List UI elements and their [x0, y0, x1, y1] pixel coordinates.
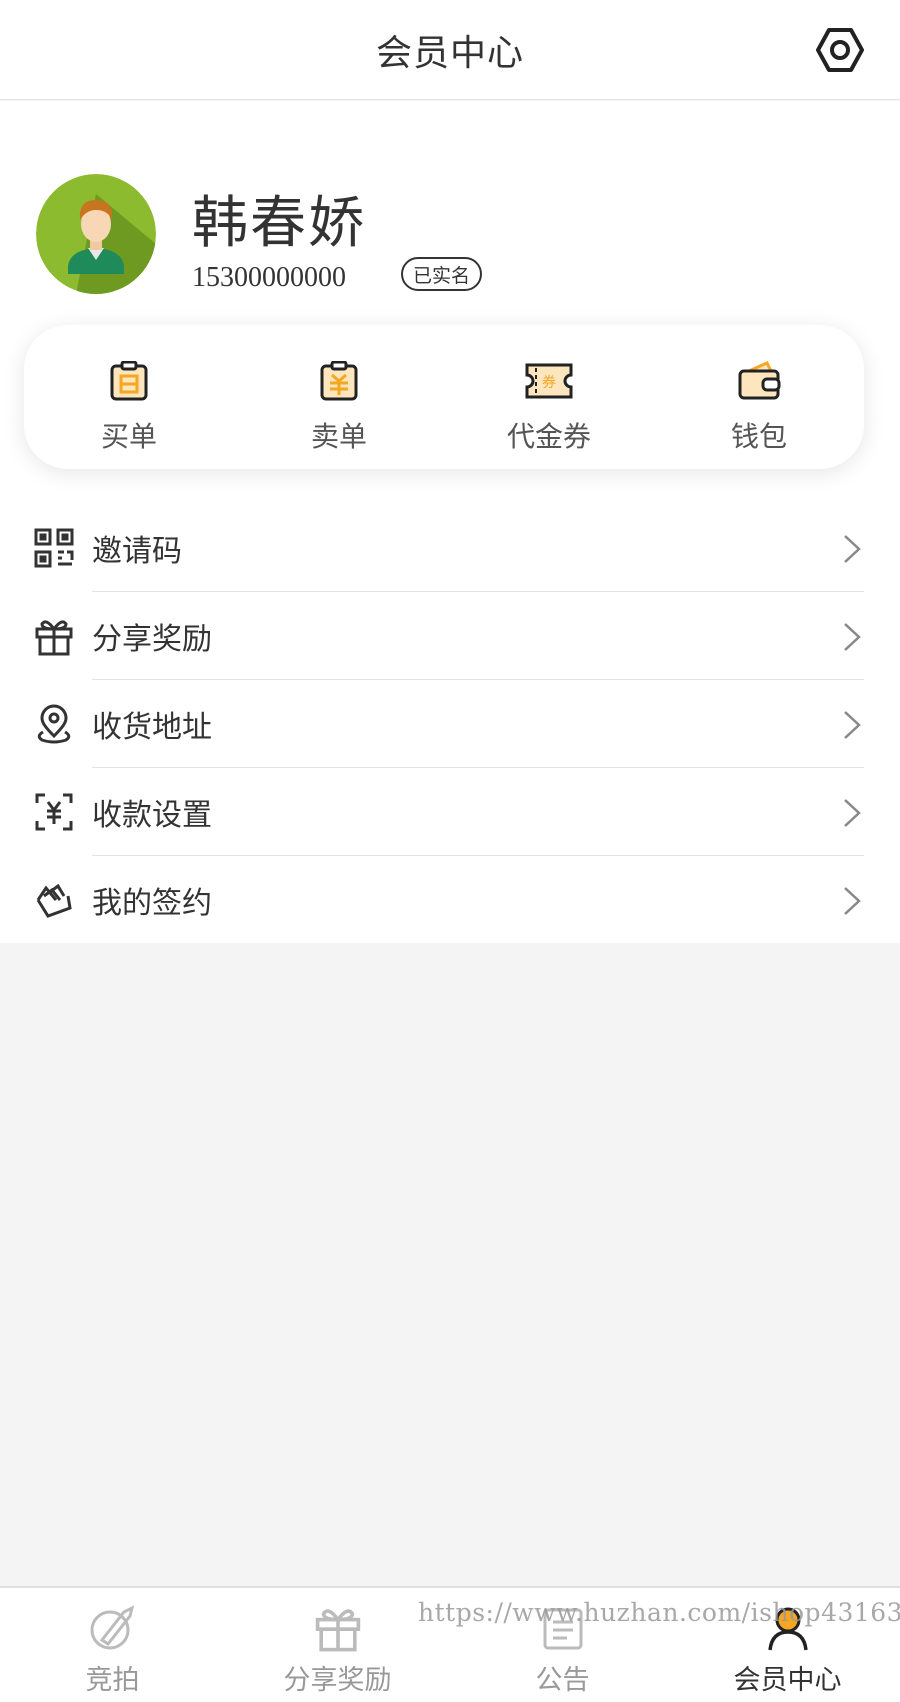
qrcode-icon [34, 528, 74, 568]
sign-icon [34, 880, 74, 920]
svg-text:券: 券 [542, 375, 556, 391]
menu-item-label: 分享奖励 [92, 622, 212, 657]
order-label: 买单 [100, 420, 157, 453]
user-name: 韩春娇 [192, 191, 366, 256]
gift-icon [34, 616, 74, 656]
menu-item-label: 邀请码 [92, 534, 182, 569]
menu-item-invite-code[interactable]: 邀请码 [0, 504, 900, 592]
payment-icon [34, 792, 74, 832]
verified-badge: 已实名 [401, 257, 483, 291]
gift-icon [312, 1604, 364, 1652]
menu-item-label: 收款设置 [92, 798, 212, 833]
sell-order-icon [313, 359, 365, 403]
menu-item-label: 我的签约 [92, 886, 212, 921]
settings-icon [816, 28, 864, 72]
menu-item-payment-settings[interactable]: 收款设置 [0, 768, 900, 856]
chevron-right-icon [844, 535, 861, 563]
menu-item-share-reward[interactable]: 分享奖励 [0, 592, 900, 680]
location-icon [34, 704, 74, 744]
menu-item-shipping-address[interactable]: 收货地址 [0, 680, 900, 768]
menu-item-label: 收货地址 [92, 710, 212, 745]
tab-label: 分享奖励 [283, 1665, 392, 1696]
order-item-wallet[interactable]: 钱包 [654, 325, 864, 469]
tab-auction[interactable]: 竞拍 [0, 1588, 225, 1702]
orders-card: 买单 卖单 券 代金券 钱包 [24, 325, 864, 469]
order-label: 卖单 [310, 420, 367, 453]
tab-label: 会员中心 [733, 1665, 842, 1696]
chevron-right-icon [844, 711, 861, 739]
app-header: 会员中心 [0, 0, 900, 100]
order-item-buy[interactable]: 买单 [24, 325, 234, 469]
wallet-icon [733, 359, 785, 403]
order-label: 代金券 [506, 420, 591, 453]
order-item-voucher[interactable]: 券 代金券 [444, 325, 654, 469]
order-item-sell[interactable]: 卖单 [234, 325, 444, 469]
order-label: 钱包 [730, 420, 787, 453]
chevron-right-icon [844, 623, 861, 651]
tab-share-reward[interactable]: 分享奖励 [225, 1588, 450, 1702]
auction-icon [87, 1604, 139, 1652]
tab-label: 竞拍 [85, 1665, 140, 1696]
menu-item-my-contract[interactable]: 我的签约 [0, 856, 900, 944]
watermark: https://www.huzhan.com/ishop43163 [418, 1598, 900, 1627]
menu-list: 邀请码 分享奖励 收货地址 收款设置 我的签约 [0, 504, 900, 944]
chevron-right-icon [844, 799, 861, 827]
page-title: 会员中心 [375, 32, 524, 74]
buy-order-icon [103, 359, 155, 403]
phone-number: 15300000000 [192, 262, 346, 293]
tab-label: 公告 [535, 1665, 590, 1696]
voucher-icon: 券 [523, 359, 575, 403]
chevron-right-icon [844, 887, 861, 915]
settings-button[interactable] [814, 24, 866, 76]
avatar[interactable] [36, 174, 156, 294]
